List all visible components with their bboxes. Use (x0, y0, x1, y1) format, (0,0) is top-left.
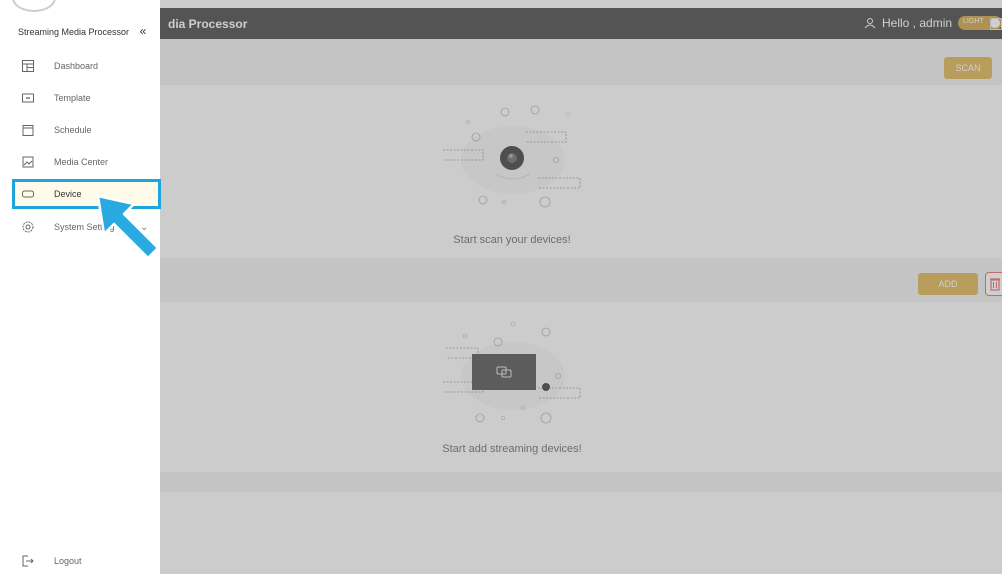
sidebar-item-schedule[interactable]: Schedule (12, 117, 160, 143)
logout-button[interactable]: Logout (12, 549, 160, 573)
sidebar-item-device[interactable]: Device (12, 179, 161, 209)
logout-label: Logout (54, 556, 82, 566)
drawer-overlay[interactable] (160, 0, 1002, 574)
sidebar-item-dashboard[interactable]: Dashboard (12, 53, 160, 79)
logo (12, 0, 56, 12)
sidebar-app-name: Streaming Media Processor (18, 27, 130, 37)
sidebar-item-system-setting[interactable]: System Setting ⌄ (12, 214, 160, 240)
media-center-icon (22, 156, 34, 168)
sidebar-item-label: Schedule (54, 125, 92, 135)
sidebar-item-label: System Setting (54, 222, 115, 232)
sidebar-drawer: Streaming Media Processor « Dashboard Te… (0, 0, 161, 574)
sidebar-item-label: Media Center (54, 157, 109, 167)
collapse-sidebar-icon[interactable]: « (136, 24, 150, 38)
device-icon (22, 190, 34, 198)
sidebar-item-label: Template (54, 93, 91, 103)
logout-icon (22, 555, 34, 567)
chevron-down-icon[interactable]: ⌄ (140, 222, 148, 233)
schedule-icon (22, 125, 34, 136)
settings-icon (22, 221, 34, 233)
dashboard-icon (22, 60, 34, 72)
sidebar-item-label: Device (54, 189, 82, 199)
sidebar-item-label: Dashboard (54, 61, 99, 71)
sidebar-item-template[interactable]: Template (12, 85, 160, 111)
sidebar-item-media-center[interactable]: Media Center (12, 149, 160, 175)
template-icon (22, 93, 34, 103)
